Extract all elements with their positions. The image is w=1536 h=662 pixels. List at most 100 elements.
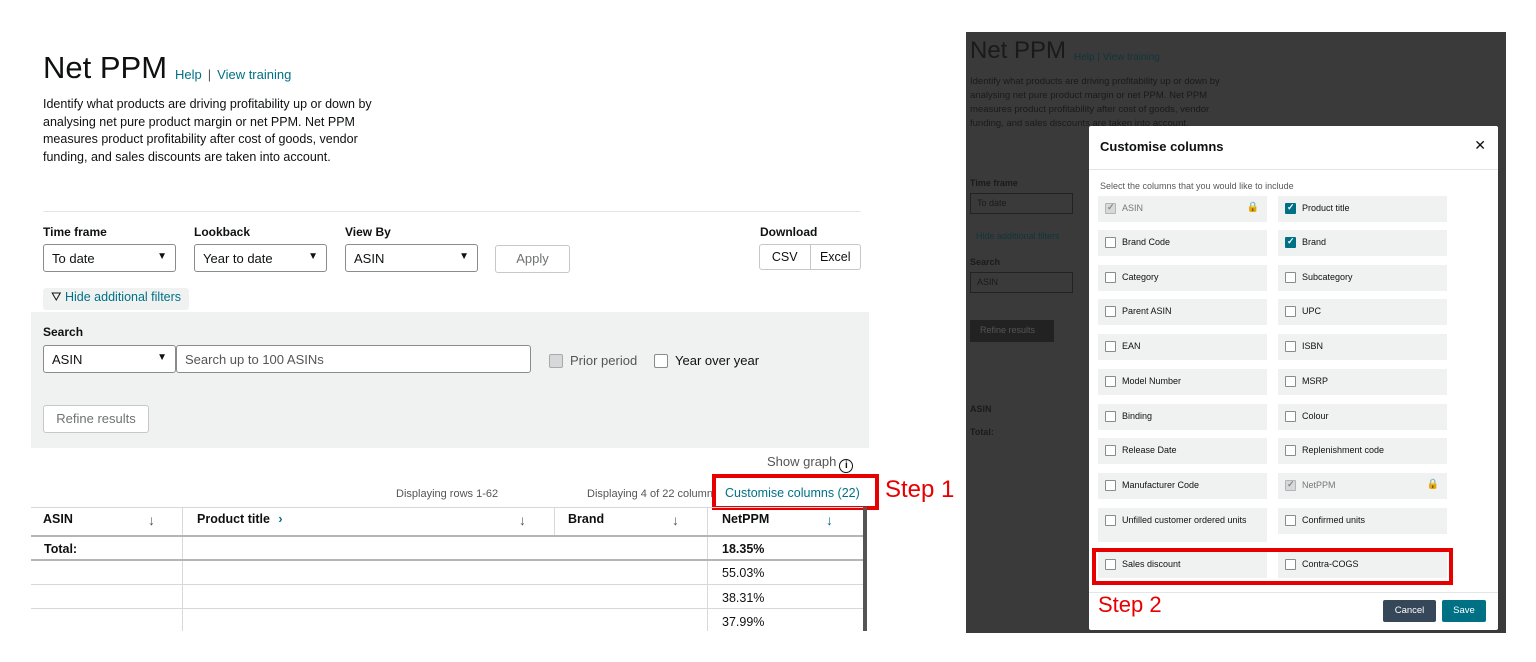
search-input[interactable]: Search up to 100 ASINs: [176, 345, 531, 373]
help-link[interactable]: Help: [175, 67, 202, 82]
viewby-select[interactable]: ASIN ▼: [345, 244, 478, 272]
option-checkbox[interactable]: [1105, 272, 1116, 283]
option-label: Subcategory: [1302, 272, 1353, 282]
hide-filters-label: Hide additional filters: [65, 290, 182, 304]
column-divider: [182, 507, 183, 535]
arrow-down-icon[interactable]: ↓: [519, 512, 526, 528]
bg-timeframe-value: To date: [977, 198, 1007, 208]
option-checkbox[interactable]: [1105, 411, 1116, 422]
show-graph-toggle[interactable]: Show graph i: [767, 454, 854, 473]
bg-search-select: ASIN: [970, 272, 1073, 293]
option-ean[interactable]: EAN: [1098, 334, 1267, 360]
arrow-down-icon[interactable]: ↓: [672, 512, 679, 528]
year-over-year-checkbox[interactable]: [654, 354, 668, 368]
column-header-asin[interactable]: ASIN: [31, 507, 85, 535]
hide-filters-link[interactable]: ⛛ Hide additional filters: [43, 288, 190, 310]
download-buttons: CSV Excel: [759, 244, 861, 270]
column-header-netppm[interactable]: NetPPM: [710, 507, 781, 535]
timeframe-select[interactable]: To date ▼: [43, 244, 176, 272]
option-checkbox[interactable]: [1105, 376, 1116, 387]
search-label: Search: [43, 325, 84, 339]
timeframe-label: Time frame: [43, 225, 107, 239]
option-replenishment-code[interactable]: Replenishment code: [1278, 438, 1447, 464]
info-icon[interactable]: i: [839, 459, 854, 473]
bg-refine-button: Refine results: [970, 320, 1054, 342]
step1-label: Step 1: [885, 476, 955, 503]
excel-button[interactable]: Excel: [809, 245, 861, 269]
chevron-down-icon: ▼: [157, 352, 167, 363]
option-checkbox[interactable]: [1105, 515, 1116, 526]
lock-icon: 🔒: [1246, 202, 1259, 213]
option-checkbox[interactable]: [1285, 306, 1296, 317]
page-title: Net PPM: [43, 50, 168, 85]
cancel-button[interactable]: Cancel: [1383, 600, 1436, 622]
lookback-select[interactable]: Year to date ▼: [194, 244, 327, 272]
option-label: Colour: [1302, 411, 1329, 421]
column-divider: [182, 535, 183, 631]
option-checkbox[interactable]: [1285, 272, 1296, 283]
option-brand[interactable]: Brand: [1278, 230, 1447, 256]
option-category[interactable]: Category: [1098, 265, 1267, 291]
option-checkbox[interactable]: [1105, 237, 1116, 248]
search-type-select[interactable]: ASIN ▼: [43, 345, 176, 373]
option-label: Manufacturer Code: [1122, 480, 1200, 490]
option-release-date[interactable]: Release Date: [1098, 438, 1267, 464]
option-label: Confirmed units: [1302, 515, 1366, 525]
option-model-number[interactable]: Model Number: [1098, 369, 1267, 395]
option-asin: ASIN 🔒: [1098, 196, 1267, 222]
arrow-down-icon[interactable]: ↓: [826, 512, 833, 528]
option-brand-code[interactable]: Brand Code: [1098, 230, 1267, 256]
option-checkbox[interactable]: [1105, 480, 1116, 491]
csv-button[interactable]: CSV: [760, 245, 810, 269]
apply-button[interactable]: Apply: [495, 245, 570, 273]
option-label: Brand Code: [1122, 237, 1171, 247]
view-training-link[interactable]: View training: [217, 67, 291, 82]
option-checkbox[interactable]: [1105, 306, 1116, 317]
download-label: Download: [760, 225, 818, 239]
prior-period-checkbox[interactable]: [549, 354, 563, 368]
option-checkbox[interactable]: [1285, 376, 1296, 387]
option-label: Category: [1122, 272, 1159, 282]
option-manufacturer-code[interactable]: Manufacturer Code: [1098, 473, 1267, 499]
column-header-brand[interactable]: Brand: [556, 507, 616, 535]
bg-timeframe-select: To date: [970, 193, 1073, 214]
option-checkbox[interactable]: [1285, 341, 1296, 352]
bg-help-link: Help: [1074, 52, 1095, 63]
bg-total-label: Total:: [970, 427, 994, 437]
option-label: Brand: [1302, 237, 1327, 247]
column-divider: [707, 507, 708, 631]
option-checkbox[interactable]: [1105, 445, 1116, 456]
option-confirmed-units[interactable]: Confirmed units: [1278, 508, 1447, 534]
chevron-right-icon[interactable]: ›: [278, 512, 282, 526]
lookback-value: Year to date: [203, 251, 273, 266]
option-parent-asin[interactable]: Parent ASIN: [1098, 299, 1267, 325]
check-icon[interactable]: [1285, 202, 1296, 214]
netppm-cell: 38.31%: [722, 591, 765, 605]
column-header-product-title[interactable]: Product title ›: [185, 507, 295, 535]
refine-results-button[interactable]: Refine results: [43, 405, 149, 433]
option-checkbox[interactable]: [1285, 445, 1296, 456]
option-checkbox[interactable]: [1285, 411, 1296, 422]
viewby-label: View By: [345, 225, 391, 239]
option-label: Binding: [1122, 411, 1153, 421]
option-checkbox[interactable]: [1285, 515, 1296, 526]
table-scrollbar[interactable]: [863, 507, 867, 631]
link-separator: |: [207, 67, 212, 82]
bg-page-title: Net PPM: [970, 37, 1067, 64]
option-msrp[interactable]: MSRP: [1278, 369, 1447, 395]
option-checkbox: [1285, 479, 1296, 491]
arrow-down-icon[interactable]: ↓: [148, 512, 155, 528]
option-unfilled-units[interactable]: Unfilled customer ordered units: [1098, 508, 1267, 542]
save-button[interactable]: Save: [1442, 600, 1486, 622]
close-icon[interactable]: ✕: [1474, 137, 1486, 154]
check-icon[interactable]: [1285, 236, 1296, 248]
option-colour[interactable]: Colour: [1278, 404, 1447, 430]
option-isbn[interactable]: ISBN: [1278, 334, 1447, 360]
option-upc[interactable]: UPC: [1278, 299, 1447, 325]
option-subcategory[interactable]: Subcategory: [1278, 265, 1447, 291]
option-binding[interactable]: Binding: [1098, 404, 1267, 430]
option-checkbox[interactable]: [1105, 341, 1116, 352]
option-label: Model Number: [1122, 376, 1182, 386]
option-product-title[interactable]: Product title: [1278, 196, 1447, 222]
option-label: ISBN: [1302, 341, 1324, 351]
